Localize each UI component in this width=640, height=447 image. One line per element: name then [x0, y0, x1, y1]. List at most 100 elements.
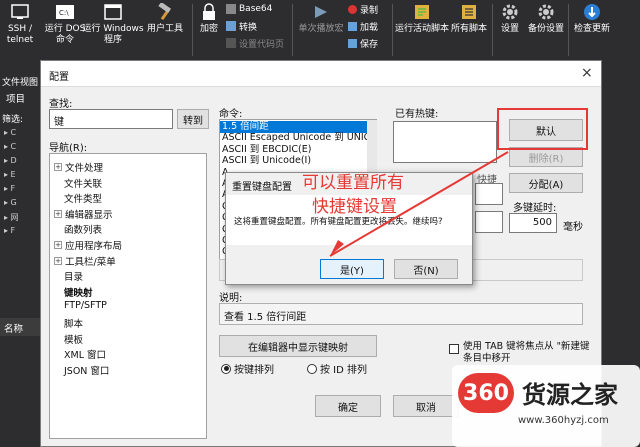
tree-item-label: 文件关联 — [64, 178, 103, 190]
tree-item[interactable]: + 应用程序布局 — [54, 238, 122, 252]
tree-item[interactable]: 键映射 — [64, 285, 93, 299]
sort-by-key-label: 按键排列 — [234, 365, 274, 376]
cancel-button[interactable]: 取消 — [393, 395, 459, 417]
tree-item-label: 目录 — [64, 272, 84, 284]
tree-item-label: 键映射 — [64, 287, 93, 299]
run-dos-button[interactable]: C:\ 运行 DOS 命令 — [44, 2, 86, 58]
globe-icon — [582, 2, 602, 22]
nav-label: 导航(R): — [49, 143, 88, 154]
run-windows-button[interactable]: 运行 Windows 程序 — [82, 2, 144, 58]
save-button[interactable]: 保存 — [348, 36, 378, 50]
ssh-telnet-button[interactable]: SSH / telnet — [4, 2, 36, 58]
sort-by-id-label: 按 ID 排列 — [320, 365, 368, 376]
tree-item-label: 脚本 — [64, 319, 84, 330]
tree-item-label: 工具栏/菜单 — [65, 256, 116, 268]
all-scripts-button[interactable]: 所有脚本 — [450, 2, 488, 58]
goto-button[interactable]: 转到 — [177, 109, 209, 129]
all-scripts-label: 所有脚本 — [450, 24, 487, 34]
ssh-telnet-label: SSH / telnet — [6, 24, 34, 45]
close-icon[interactable]: × — [581, 65, 593, 81]
expand-icon[interactable]: + — [54, 163, 62, 171]
tree-item-label: 函数列表 — [64, 225, 103, 237]
expand-icon[interactable]: + — [54, 256, 62, 265]
desc-box: 查看 1.5 倍行间距 — [219, 303, 583, 325]
watermark-url: www.360hyzj.com — [518, 415, 609, 426]
tree-item[interactable]: FTP/SFTP — [64, 300, 107, 311]
ok-button[interactable]: 确定 — [315, 395, 381, 417]
terminal-icon — [10, 2, 30, 22]
load-button[interactable]: 加载 — [348, 19, 378, 33]
load-icon — [348, 21, 357, 31]
tree-item[interactable]: 文件类型 — [64, 191, 102, 205]
convert-label: 转换 — [239, 22, 258, 33]
radio-selected-icon — [221, 363, 231, 374]
run-active-script-button[interactable]: 运行活动脚本 — [394, 2, 450, 58]
play-macro-icon — [311, 2, 331, 22]
backup-settings-label: 备份设置 — [527, 24, 564, 34]
yes-button[interactable]: 是(Y) — [320, 259, 384, 279]
find-input[interactable]: 键 — [49, 109, 173, 129]
tree-item[interactable]: + 工具栏/菜单 — [54, 254, 116, 268]
tab-focus-label: 使用 TAB 键将焦点从 "新建键 条目中移开 — [463, 341, 590, 364]
tree-item[interactable]: + 编辑器显示 — [54, 207, 113, 221]
record-label: 录制 — [360, 5, 379, 16]
play-macro-button[interactable]: 单次播放宏 — [296, 2, 346, 58]
tree-item-label: FTP/SFTP — [64, 300, 107, 312]
user-tools-button[interactable]: 用户工具 — [142, 2, 188, 58]
left-panel: 文件视图 项目 筛选: ▸ C ▸ C ▸ D ▸ E ▸ F ▸ G ▸ 网 … — [0, 60, 44, 447]
tree-item-label: JSON 窗口 — [64, 365, 110, 377]
run-active-script-label: 运行活动脚本 — [394, 24, 449, 34]
tab-focus-checkbox[interactable]: 使用 TAB 键将焦点从 "新建键 条目中移开 — [449, 341, 590, 365]
base64-button[interactable]: Base64 — [226, 2, 272, 16]
lock-icon — [199, 2, 219, 22]
expand-icon[interactable]: + — [54, 241, 62, 249]
tree-item[interactable]: + 文件处理 — [54, 160, 103, 174]
annotation-line-2: 快捷键设置 — [312, 197, 397, 217]
tree-item[interactable]: 脚本 — [64, 316, 83, 330]
sort-by-key-radio[interactable]: 按键排列 — [221, 361, 274, 376]
folder-list: ▸ C ▸ C ▸ D ▸ E ▸ F ▸ G ▸ 网 ▸ F — [4, 128, 19, 235]
tree-item-label: 编辑器显示 — [65, 209, 113, 221]
tree-item[interactable]: 目录 — [64, 269, 83, 283]
gear-backup-icon — [536, 2, 556, 22]
record-icon — [348, 4, 357, 14]
sort-by-id-radio[interactable]: 按 ID 排列 — [307, 361, 367, 376]
project-tab[interactable]: 项目 — [6, 91, 25, 105]
desc-label: 说明: — [219, 293, 243, 304]
encrypt-label: 加密 — [199, 24, 218, 34]
command-item[interactable]: ASCII Escaped Unicode 到 UNICOD — [222, 132, 376, 144]
config-title-bar: 配置 × — [41, 61, 601, 87]
base64-label: Base64 — [239, 4, 273, 14]
no-button[interactable]: 否(N) — [394, 259, 458, 279]
codepage-button[interactable]: 设置代码页 — [226, 36, 284, 50]
expand-icon[interactable]: + — [54, 209, 62, 218]
codepage-icon — [226, 38, 236, 48]
tree-item[interactable]: 文件关联 — [64, 176, 102, 190]
ms-label: 毫秒 — [563, 222, 583, 233]
convert-button[interactable]: 转换 — [226, 19, 257, 33]
watermark-logo: 360 — [458, 373, 514, 413]
save-icon — [348, 38, 357, 48]
file-view-tab[interactable]: 文件视图 — [2, 75, 38, 88]
backup-settings-button[interactable]: 备份设置 — [526, 2, 566, 58]
tree-item[interactable]: JSON 窗口 — [64, 363, 109, 377]
find-input-value: 键 — [54, 117, 64, 128]
find-label: 查找: — [49, 99, 73, 110]
filter-label: 筛选: — [2, 115, 24, 125]
show-in-editor-button[interactable]: 在编辑器中显示键映射 — [219, 335, 377, 357]
command-label: 命令: — [219, 109, 243, 120]
run-windows-label: 运行 Windows 程序 — [82, 24, 144, 45]
radio-empty-icon — [307, 363, 317, 374]
hammer-icon — [155, 2, 175, 22]
tree-item-label: 文件处理 — [65, 163, 104, 174]
settings-button[interactable]: 设置 — [496, 2, 524, 58]
tree-item[interactable]: 模板 — [64, 332, 83, 346]
encrypt-button[interactable]: 加密 — [196, 2, 222, 58]
tree-item[interactable]: 函数列表 — [64, 222, 102, 236]
record-button[interactable]: 录制 — [348, 2, 378, 16]
name-column-header[interactable]: 名称 — [0, 318, 44, 336]
check-update-button[interactable]: 检查更新 — [572, 2, 612, 58]
load-label: 加载 — [360, 22, 379, 33]
tree-item[interactable]: XML 窗口 — [64, 347, 106, 361]
annotation-line-1: 可以重置所有 — [302, 173, 404, 193]
